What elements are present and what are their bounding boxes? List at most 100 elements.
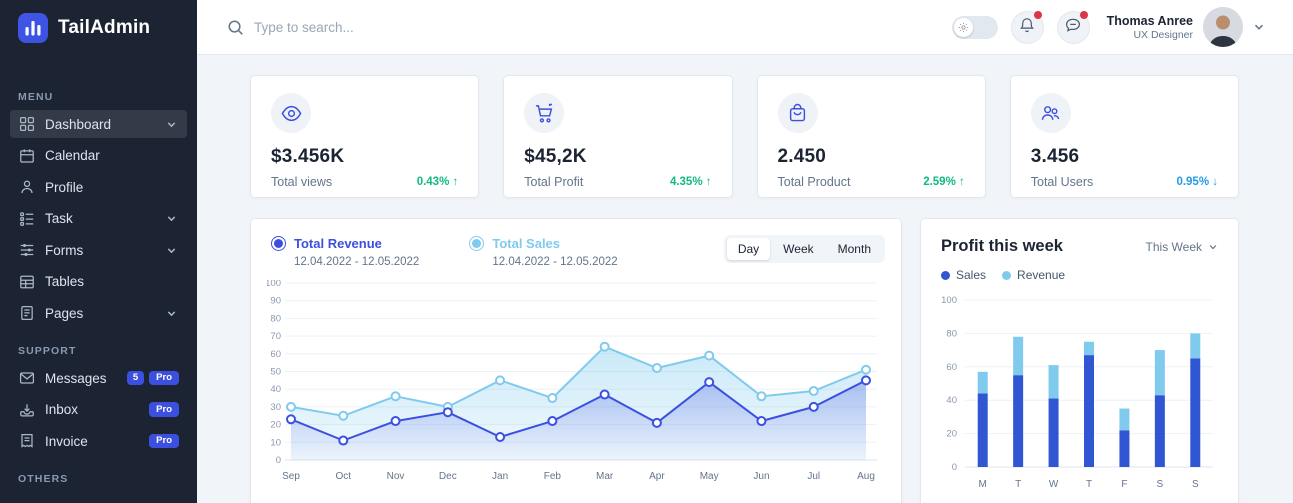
legend-total-sales[interactable]: Total Sales 12.04.2022 - 12.05.2022 bbox=[465, 235, 617, 268]
user-name: Thomas Anree bbox=[1107, 14, 1193, 28]
sidebar-item-tables[interactable]: Tables bbox=[10, 268, 187, 296]
svg-text:May: May bbox=[700, 471, 719, 482]
svg-text:F: F bbox=[1121, 479, 1127, 490]
support-group-label: SUPPORT bbox=[0, 345, 197, 357]
svg-text:10: 10 bbox=[270, 437, 281, 448]
sidebar-item-label: Tables bbox=[45, 274, 84, 289]
svg-text:Nov: Nov bbox=[387, 471, 405, 482]
svg-text:20: 20 bbox=[270, 420, 281, 431]
sidebar-item-invoice[interactable]: Invoice Pro bbox=[10, 427, 187, 455]
sidebar-item-calendar[interactable]: Calendar bbox=[10, 142, 187, 170]
svg-text:Jun: Jun bbox=[753, 471, 769, 482]
svg-text:T: T bbox=[1015, 479, 1021, 490]
sidebar-item-label: Invoice bbox=[45, 434, 88, 449]
stat-value: 3.456 bbox=[1031, 146, 1218, 168]
sidebar-item-label: Task bbox=[45, 211, 73, 226]
svg-text:60: 60 bbox=[946, 362, 957, 373]
svg-text:30: 30 bbox=[270, 402, 281, 413]
notifications-button[interactable] bbox=[1011, 11, 1044, 44]
messages-button[interactable] bbox=[1057, 11, 1090, 44]
app-logo[interactable]: TailAdmin bbox=[0, 0, 197, 43]
sidebar-item-messages[interactable]: Messages 5 Pro bbox=[10, 364, 187, 392]
stat-delta: 0.95% ↓ bbox=[1176, 176, 1218, 188]
search-input[interactable] bbox=[254, 20, 574, 35]
svg-text:50: 50 bbox=[270, 367, 281, 378]
profit-week-chart: 020406080100MTWTFSS bbox=[941, 290, 1220, 503]
charts-row: Total Revenue 12.04.2022 - 12.05.2022 To… bbox=[250, 218, 1239, 503]
svg-text:M: M bbox=[979, 479, 987, 490]
range-month-button[interactable]: Month bbox=[827, 238, 882, 260]
legend-total-revenue[interactable]: Total Revenue 12.04.2022 - 12.05.2022 bbox=[267, 235, 419, 268]
svg-text:0: 0 bbox=[276, 455, 281, 466]
task-icon bbox=[19, 211, 35, 227]
bell-icon bbox=[1019, 17, 1035, 38]
stat-card-total-profit: $45,2K Total Profit 4.35% ↑ bbox=[503, 75, 732, 198]
stat-value: 2.450 bbox=[778, 146, 965, 168]
stat-label: Total Profit bbox=[524, 175, 583, 189]
legend-name: Total Sales bbox=[492, 236, 560, 251]
invoice-icon bbox=[19, 433, 35, 449]
period-value: This Week bbox=[1146, 240, 1202, 254]
search-bar bbox=[227, 19, 574, 36]
pro-badge: Pro bbox=[149, 371, 179, 386]
stat-value: $3.456K bbox=[271, 146, 458, 168]
search-icon[interactable] bbox=[227, 19, 244, 36]
chat-icon bbox=[1065, 17, 1081, 38]
svg-text:80: 80 bbox=[270, 313, 281, 324]
sidebar-item-pages[interactable]: Pages bbox=[10, 299, 187, 327]
svg-text:80: 80 bbox=[946, 328, 957, 339]
legend-sales: Sales bbox=[941, 268, 986, 282]
tables-icon bbox=[19, 274, 35, 290]
messages-count-badge: 5 bbox=[127, 371, 144, 386]
svg-text:Sep: Sep bbox=[282, 471, 300, 482]
avatar bbox=[1203, 7, 1243, 47]
sidebar-item-label: Forms bbox=[45, 243, 83, 258]
dashboard-icon bbox=[19, 116, 35, 132]
range-segmented-control: Day Week Month bbox=[724, 235, 885, 263]
pro-badge: Pro bbox=[149, 434, 179, 449]
stat-delta: 4.35% ↑ bbox=[670, 176, 712, 188]
message-dot bbox=[1080, 11, 1088, 19]
legend-dot bbox=[941, 271, 950, 280]
sidebar-item-task[interactable]: Task bbox=[10, 205, 187, 233]
revenue-sales-card: Total Revenue 12.04.2022 - 12.05.2022 To… bbox=[250, 218, 902, 503]
app-title: TailAdmin bbox=[58, 17, 150, 39]
svg-text:Feb: Feb bbox=[544, 471, 562, 482]
stat-card-total-users: 3.456 Total Users 0.95% ↓ bbox=[1010, 75, 1239, 198]
legend-date-range: 12.04.2022 - 12.05.2022 bbox=[294, 256, 419, 268]
stat-delta: 0.43% ↑ bbox=[417, 176, 459, 188]
chevron-down-icon bbox=[1208, 242, 1218, 252]
notification-dot bbox=[1034, 11, 1042, 19]
range-day-button[interactable]: Day bbox=[727, 238, 770, 260]
svg-text:0: 0 bbox=[952, 462, 957, 473]
sidebar-item-dashboard[interactable]: Dashboard bbox=[10, 110, 187, 138]
svg-text:W: W bbox=[1049, 479, 1059, 490]
sun-icon bbox=[954, 18, 973, 37]
dark-mode-toggle[interactable] bbox=[952, 16, 998, 39]
sidebar-item-label: Messages bbox=[45, 371, 107, 386]
bag-icon bbox=[778, 93, 818, 133]
forms-icon bbox=[19, 242, 35, 258]
revenue-sales-chart: 0102030405060708090100SepOctNovDecJanFeb… bbox=[267, 280, 883, 501]
user-role: UX Designer bbox=[1107, 29, 1193, 41]
range-week-button[interactable]: Week bbox=[772, 238, 824, 260]
svg-text:20: 20 bbox=[946, 429, 957, 440]
svg-text:T: T bbox=[1086, 479, 1092, 490]
messages-icon bbox=[19, 370, 35, 386]
period-select[interactable]: This Week bbox=[1146, 240, 1218, 254]
sidebar-item-inbox[interactable]: Inbox Pro bbox=[10, 396, 187, 424]
sidebar-item-forms[interactable]: Forms bbox=[10, 236, 187, 264]
legend-date-range: 12.04.2022 - 12.05.2022 bbox=[492, 256, 617, 268]
profit-week-title: Profit this week bbox=[941, 237, 1063, 256]
user-menu[interactable]: Thomas Anree UX Designer bbox=[1107, 7, 1265, 47]
pro-badge: Pro bbox=[149, 402, 179, 417]
profit-week-card: Profit this week This Week Sales Revenue… bbox=[920, 218, 1239, 503]
sidebar-item-label: Pages bbox=[45, 306, 83, 321]
svg-text:S: S bbox=[1192, 479, 1199, 490]
inbox-icon bbox=[19, 402, 35, 418]
menu-group-label: MENU bbox=[0, 91, 197, 103]
top-header: Thomas Anree UX Designer bbox=[197, 0, 1293, 55]
app-logo-icon bbox=[18, 13, 48, 43]
sidebar-item-profile[interactable]: Profile bbox=[10, 173, 187, 201]
svg-text:40: 40 bbox=[270, 384, 281, 395]
